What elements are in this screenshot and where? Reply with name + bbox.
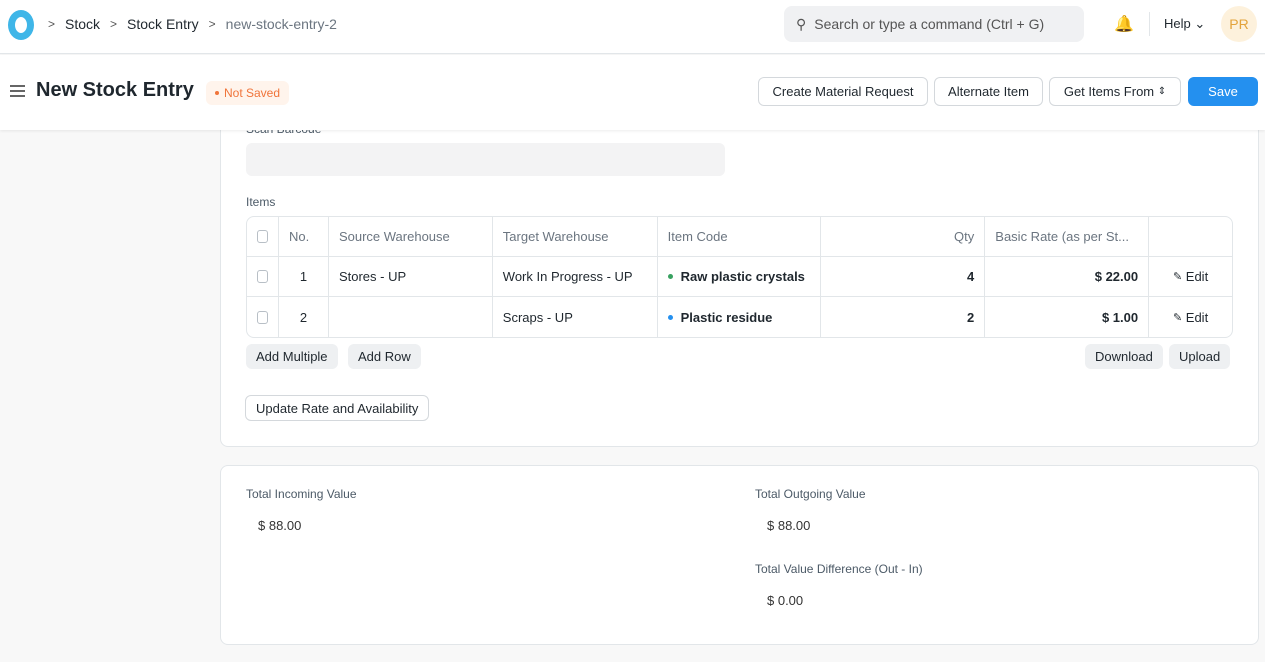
total-incoming-label: Total Incoming Value [246,487,357,501]
row-no: 1 [279,257,329,296]
col-qty: Qty [821,217,986,256]
source-warehouse[interactable]: Stores - UP [329,257,493,296]
help-dropdown[interactable]: Help ⌄ [1164,16,1205,32]
qty[interactable]: 4 [821,257,986,296]
basic-rate[interactable]: $ 22.00 [985,257,1150,296]
edit-label: Edit [1185,269,1209,284]
total-diff-value: $ 0.00 [767,593,804,608]
edit-row-button[interactable]: ✎ Edit [1149,297,1232,337]
breadcrumb-stock[interactable]: Stock [65,16,100,32]
status-dot [667,314,673,320]
target-warehouse[interactable]: Work In Progress - UP [493,257,658,296]
avatar[interactable]: PR [1221,6,1257,42]
chevron-right-icon: > [208,17,216,31]
chevron-down-icon: ⌄ [1194,16,1206,31]
source-warehouse[interactable] [329,297,493,337]
alternate-item-button[interactable]: Alternate Item [934,77,1043,106]
item-name: Plastic residue [680,309,773,325]
qty[interactable]: 2 [821,297,986,337]
sort-icon: ⇕ [1157,86,1167,97]
upload-button[interactable]: Upload [1169,344,1231,369]
basic-rate[interactable]: $ 1.00 [985,297,1150,337]
col-target: Target Warehouse [493,217,658,256]
divider [1149,12,1150,36]
total-incoming-value: $ 88.00 [258,518,302,533]
item-code[interactable]: Plastic residue [658,297,822,337]
edit-label: Edit [1185,309,1209,325]
help-label: Help [1164,16,1191,31]
search-icon: ⚲ [796,15,807,32]
col-no: No. [279,217,329,256]
create-material-request-button[interactable]: Create Material Request [758,77,928,106]
breadcrumb-stock-entry[interactable]: Stock Entry [127,16,199,32]
totals-section [220,465,1259,645]
add-multiple-button[interactable]: Add Multiple [246,344,338,369]
select-all-checkbox[interactable] [257,230,268,243]
page-header: New Stock Entry Not Saved Create Materia… [0,55,1265,130]
row-checkbox[interactable] [257,270,268,283]
status-badge: Not Saved [206,81,290,105]
pencil-icon: ✎ [1172,311,1183,324]
update-rate-button[interactable]: Update Rate and Availability [245,395,430,421]
row-no: 2 [279,297,329,337]
total-outgoing-label: Total Outgoing Value [755,487,866,501]
item-code[interactable]: Raw plastic crystals [658,257,822,296]
bell-icon[interactable]: 🔔 [1114,14,1134,34]
table-row[interactable]: 1 Stores - UP Work In Progress - UP Raw … [247,257,1232,297]
col-item-code: Item Code [658,217,822,256]
row-checkbox[interactable] [257,310,268,324]
pencil-icon: ✎ [1172,271,1183,283]
items-label: Items [246,195,276,209]
total-outgoing-value: $ 88.00 [767,518,811,533]
get-items-from-button[interactable]: Get Items From ⇕ [1049,77,1181,106]
menu-icon[interactable] [10,85,25,97]
search-bar[interactable]: ⚲ Search or type a command (Ctrl + G) [784,6,1084,42]
add-row-button[interactable]: Add Row [348,344,421,369]
breadcrumb: > Stock > Stock Entry > new-stock-entry-… [48,16,337,32]
search-placeholder: Search or type a command (Ctrl + G) [814,16,1045,32]
item-name: Raw plastic crystals [680,269,805,284]
top-navbar: > Stock > Stock Entry > new-stock-entry-… [0,0,1265,54]
table-header: No. Source Warehouse Target Warehouse It… [247,217,1232,257]
chevron-right-icon: > [48,17,56,31]
status-dot [667,274,673,279]
col-source: Source Warehouse [329,217,493,256]
save-button[interactable]: Save [1188,77,1258,106]
total-diff-label: Total Value Difference (Out - In) [755,562,923,576]
app-logo[interactable] [8,10,34,40]
page-title: New Stock Entry [36,79,194,101]
table-row[interactable]: 2 Scraps - UP Plastic residue 2 $ 1.00 ✎… [247,297,1232,337]
target-warehouse[interactable]: Scraps - UP [493,297,658,337]
col-rate: Basic Rate (as per St... [985,217,1150,256]
edit-row-button[interactable]: ✎ Edit [1149,257,1232,296]
items-table: No. Source Warehouse Target Warehouse It… [246,216,1233,338]
download-button[interactable]: Download [1085,344,1163,369]
breadcrumb-current[interactable]: new-stock-entry-2 [226,16,337,32]
get-items-label: Get Items From [1063,84,1155,99]
chevron-right-icon: > [110,17,118,31]
scan-barcode-input[interactable] [246,143,725,176]
